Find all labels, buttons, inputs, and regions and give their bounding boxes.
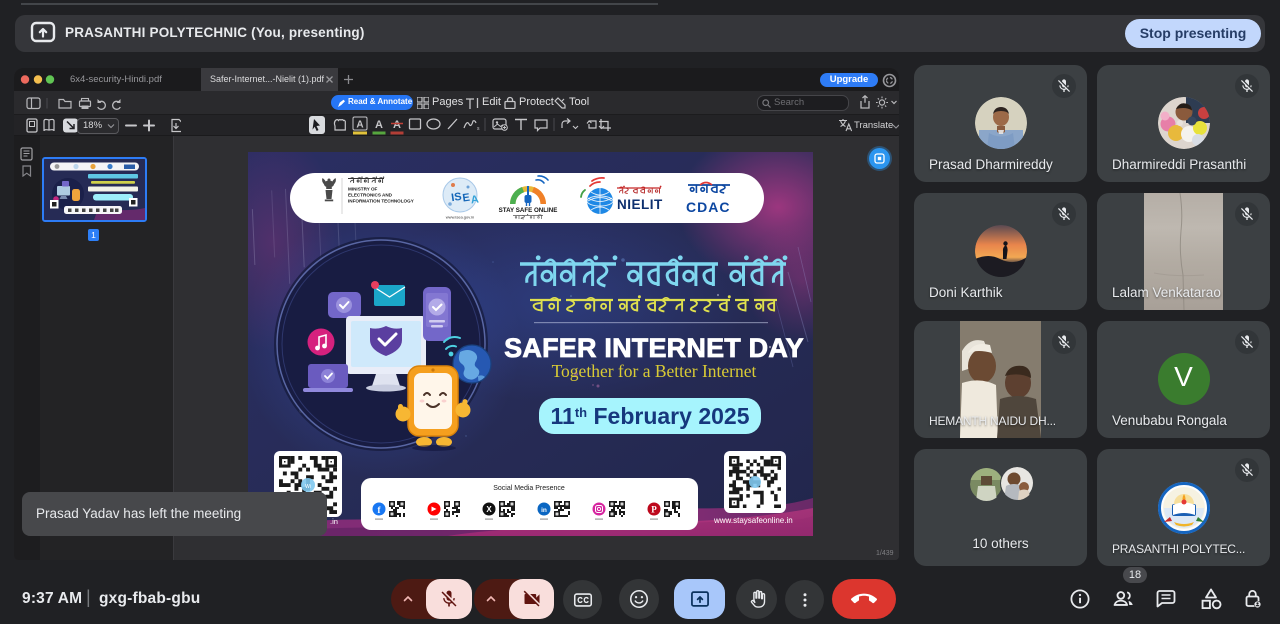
svg-text:MINISTRY OF: MINISTRY OF <box>348 187 378 192</box>
svg-text:A: A <box>356 120 363 131</box>
svg-text:STAY SAFE ONLINE: STAY SAFE ONLINE <box>499 207 558 214</box>
svg-text:Social Media Presence: Social Media Presence <box>493 485 565 492</box>
svg-text:in: in <box>541 507 547 514</box>
svg-text:s: s <box>477 126 480 132</box>
svg-text:CDAC: CDAC <box>686 199 730 215</box>
svg-text:Wi: Wi <box>305 484 311 490</box>
svg-text:NIELIT: NIELIT <box>617 197 663 212</box>
svg-text:A: A <box>393 119 401 131</box>
svg-text:www.isea.gov.in: www.isea.gov.in <box>446 215 474 220</box>
svg-text:INFORMATION TECHNOLOGY: INFORMATION TECHNOLOGY <box>348 199 414 204</box>
svg-text:.in: .in <box>330 517 338 526</box>
svg-text:ELECTRONICS AND: ELECTRONICS AND <box>348 193 393 198</box>
svg-text:P: P <box>651 505 657 515</box>
svg-text:IS: IS <box>451 191 463 204</box>
svg-text:www.staysafeonline.in: www.staysafeonline.in <box>713 516 793 525</box>
svg-text:X: X <box>486 505 492 514</box>
svg-text:A: A <box>375 119 383 131</box>
